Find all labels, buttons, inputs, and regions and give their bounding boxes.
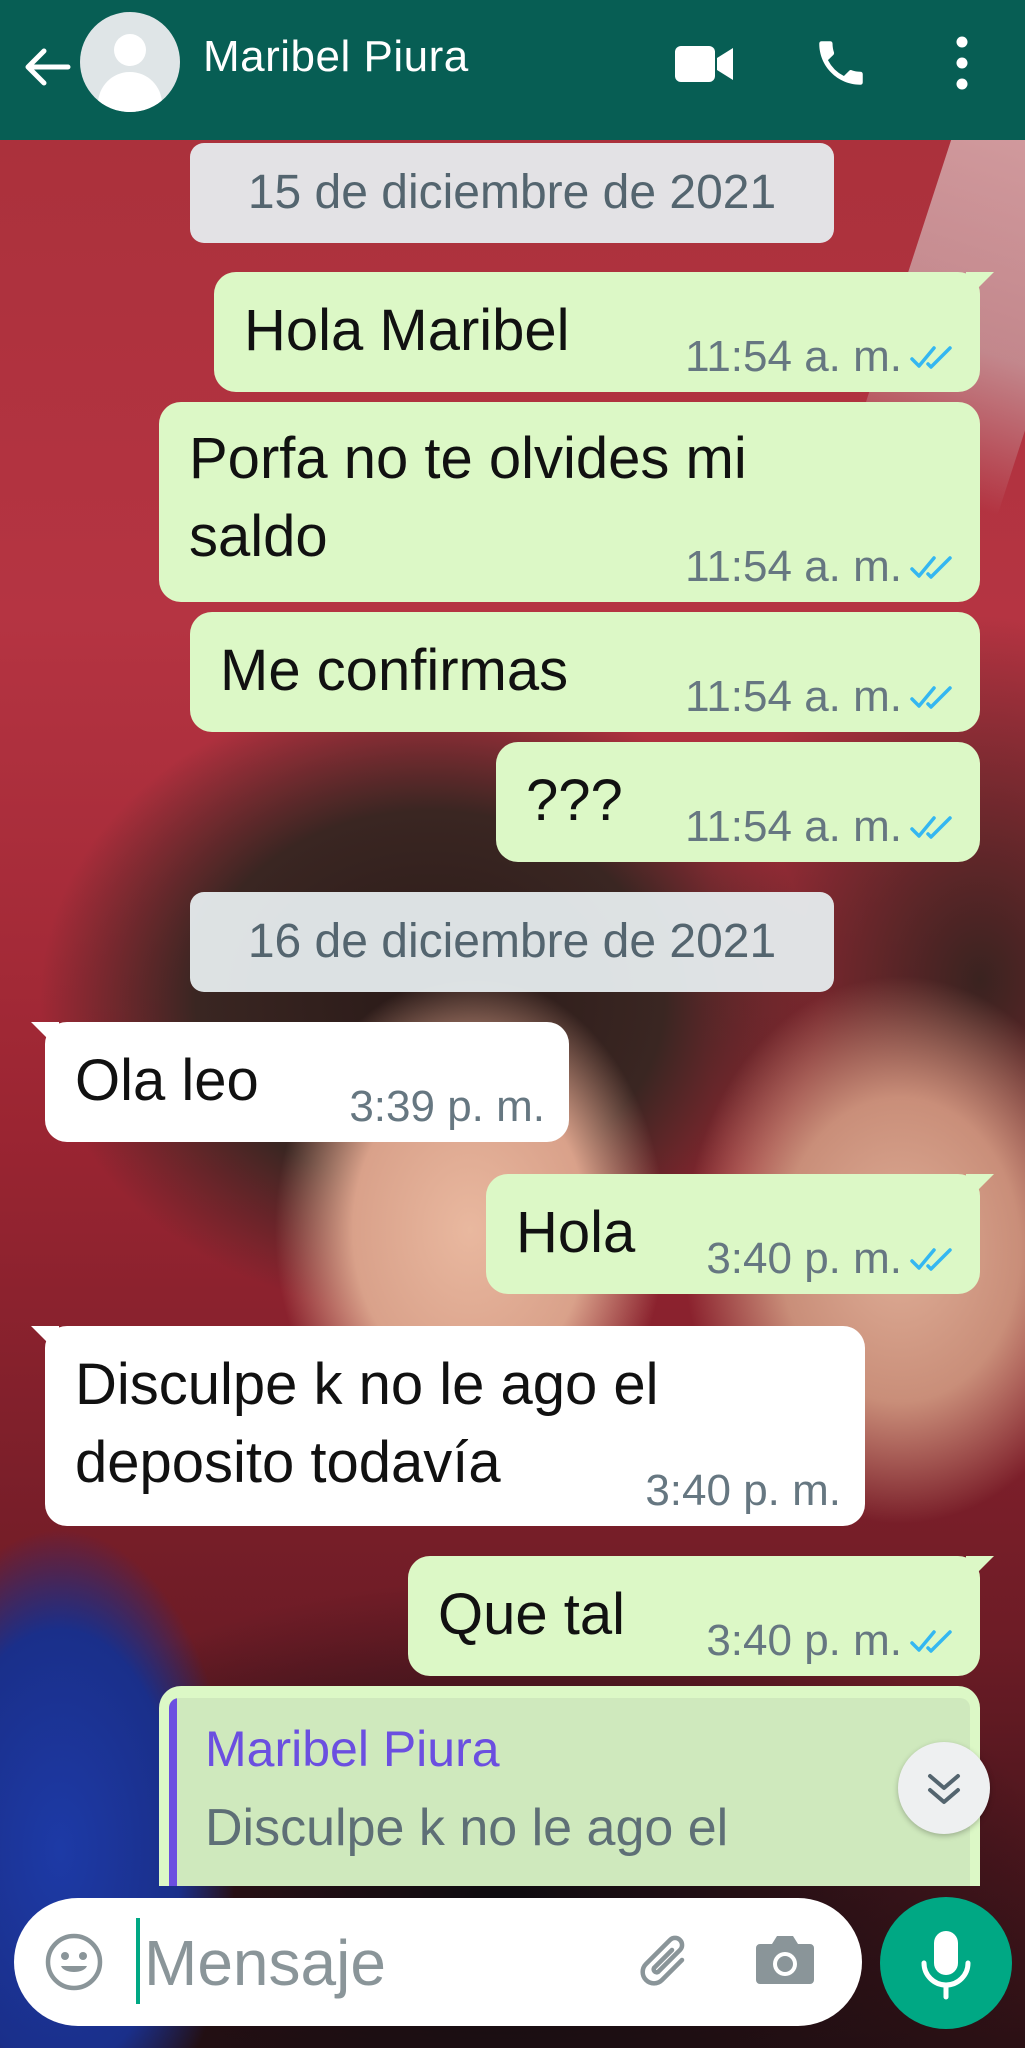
- read-ticks-icon: [910, 686, 952, 709]
- message-text: Me confirmas: [220, 638, 569, 703]
- incoming-message[interactable]: Ola leo 3:39 p. m.: [31, 1022, 569, 1142]
- video-call-icon[interactable]: [675, 42, 735, 86]
- message-text: Que tal: [438, 1582, 625, 1647]
- chat-header: Maribel Piura: [0, 0, 1025, 140]
- quoted-text: Disculpe k no le ago el: [205, 1799, 729, 1857]
- message-text: ???: [526, 768, 623, 833]
- camera-icon[interactable]: [754, 1932, 816, 1988]
- contact-name[interactable]: Maribel Piura: [203, 32, 469, 82]
- message-meta: 3:40 p. m.: [645, 1466, 841, 1516]
- message-text: Porfa no te olvides mi saldo: [189, 426, 747, 569]
- more-options-icon[interactable]: [950, 36, 974, 90]
- outgoing-message[interactable]: Hola 3:40 p. m.: [486, 1174, 994, 1294]
- message-meta: 11:54 a. m.: [685, 802, 956, 852]
- message-meta: 3:40 p. m.: [706, 1234, 956, 1284]
- date-divider: 15 de diciembre de 2021: [190, 143, 834, 243]
- double-chevron-down-icon: [928, 1774, 960, 1804]
- mic-icon: [921, 1931, 971, 2000]
- incoming-message[interactable]: Disculpe k no le ago el deposito todavía…: [31, 1326, 865, 1526]
- attach-icon[interactable]: [634, 1930, 700, 1996]
- read-ticks-icon: [910, 1248, 952, 1271]
- date-divider: 16 de diciembre de 2021: [190, 892, 834, 992]
- read-ticks-icon: [910, 556, 952, 579]
- message-time: 11:54 a. m.: [685, 542, 902, 591]
- message-time: 11:54 a. m.: [685, 332, 902, 381]
- avatar[interactable]: [80, 12, 180, 112]
- message-time: 3:40 p. m.: [706, 1616, 902, 1665]
- outgoing-reply-message[interactable]: Maribel Piura Disculpe k no le ago el: [159, 1686, 980, 1886]
- message-time: 11:54 a. m.: [685, 672, 902, 721]
- message-meta: 3:40 p. m.: [706, 1616, 956, 1666]
- outgoing-message[interactable]: Que tal 3:40 p. m.: [408, 1556, 994, 1676]
- outgoing-message[interactable]: Hola Maribel 11:54 a. m.: [214, 272, 994, 392]
- back-arrow-icon[interactable]: [20, 40, 74, 94]
- read-ticks-icon: [910, 346, 952, 369]
- read-ticks-icon: [910, 1630, 952, 1653]
- message-time: 3:40 p. m.: [645, 1466, 841, 1515]
- read-ticks-icon: [910, 816, 952, 839]
- quoted-sender: Maribel Piura: [205, 1721, 500, 1777]
- outgoing-message[interactable]: Me confirmas 11:54 a. m.: [190, 612, 980, 732]
- outgoing-message[interactable]: ??? 11:54 a. m.: [496, 742, 980, 862]
- scroll-to-bottom-button[interactable]: [898, 1742, 990, 1834]
- message-text: Ola leo: [75, 1048, 259, 1113]
- message-text: Hola: [516, 1200, 636, 1265]
- outgoing-message[interactable]: Porfa no te olvides mi saldo 11:54 a. m.: [159, 402, 980, 602]
- text-cursor: [136, 1918, 140, 2004]
- message-meta: 3:39 p. m.: [349, 1082, 545, 1132]
- message-text: Disculpe k no le ago el deposito todavía: [75, 1352, 659, 1495]
- message-input[interactable]: [144, 1926, 624, 2000]
- message-time: 3:40 p. m.: [706, 1234, 902, 1283]
- phone-icon[interactable]: [812, 34, 870, 92]
- message-text: Hola Maribel: [244, 298, 570, 363]
- message-meta: 11:54 a. m.: [685, 542, 956, 592]
- message-time: 3:39 p. m.: [349, 1082, 545, 1131]
- emoji-icon[interactable]: [44, 1932, 104, 1992]
- message-composer: [14, 1898, 862, 2026]
- message-time: 11:54 a. m.: [685, 802, 902, 851]
- message-meta: 11:54 a. m.: [685, 672, 956, 722]
- voice-message-button[interactable]: [880, 1897, 1012, 2029]
- message-meta: 11:54 a. m.: [685, 332, 956, 382]
- quoted-message[interactable]: Maribel Piura Disculpe k no le ago el: [169, 1698, 970, 1886]
